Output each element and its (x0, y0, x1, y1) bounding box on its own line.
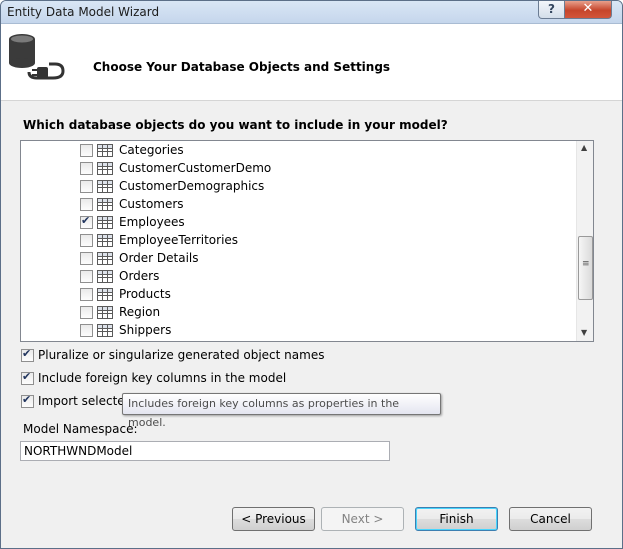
tree-item-label: Region (119, 305, 161, 319)
help-icon: ? (548, 2, 555, 16)
foreign-keys-label: Include foreign key columns in the model (38, 371, 287, 385)
close-icon: ✕ (582, 1, 594, 16)
tree-item-checkbox[interactable] (80, 197, 93, 211)
pluralize-checkbox[interactable] (21, 347, 34, 362)
tree-item[interactable]: Orders (80, 267, 159, 285)
previous-button[interactable]: < Previous (232, 507, 315, 531)
tree-item-checkbox[interactable] (80, 214, 93, 229)
tree-item[interactable]: Shippers (80, 321, 171, 339)
table-icon (97, 233, 113, 247)
foreign-keys-option[interactable]: Include foreign key columns in the model (21, 370, 287, 385)
tree-item-checkbox[interactable] (80, 287, 93, 301)
scroll-down-icon[interactable]: ▼ (581, 328, 587, 337)
pluralize-option[interactable]: Pluralize or singularize generated objec… (21, 347, 325, 362)
tree-item-checkbox[interactable] (80, 233, 93, 247)
tree-item-label: Shippers (119, 323, 172, 337)
tree-item[interactable]: Customers (80, 195, 184, 213)
tree-item-label: Products (119, 287, 171, 301)
tree-item-label: Employees (119, 215, 185, 229)
tree-item[interactable]: Products (80, 285, 171, 303)
window-title: Entity Data Model Wizard (7, 5, 160, 19)
scroll-up-icon[interactable]: ▲ (581, 143, 587, 152)
tree-item-label: Order Details (119, 251, 199, 265)
tree-item-label: Categories (119, 143, 184, 157)
tree-item-checkbox[interactable] (80, 143, 93, 157)
tree-item[interactable]: Region (80, 303, 160, 321)
tree-item[interactable]: CustomerDemographics (80, 177, 264, 195)
table-icon (97, 143, 113, 157)
tree-item-label: CustomerCustomerDemo (119, 161, 272, 175)
tree-item-label: Orders (119, 269, 160, 283)
namespace-input[interactable] (20, 441, 390, 461)
table-icon (97, 305, 113, 319)
database-objects-tree[interactable]: Shippers Region Products Orders Order Detail… (20, 140, 594, 342)
table-icon (97, 215, 113, 229)
import-selected-checkbox[interactable] (21, 393, 34, 408)
tree-item-checkbox[interactable] (80, 305, 93, 319)
next-button[interactable]: Next > (321, 507, 404, 531)
tree-item[interactable]: Employees (80, 213, 185, 231)
import-selected-option[interactable]: Import selected (21, 393, 133, 408)
tree-item[interactable]: Order Details (80, 249, 199, 267)
vertical-scrollbar[interactable]: ▲ ≡ ▼ (576, 141, 593, 341)
pluralize-label: Pluralize or singularize generated objec… (38, 348, 325, 362)
table-icon (97, 269, 113, 283)
tree-item-label: CustomerDemographics (119, 179, 265, 193)
finish-button[interactable]: Finish (415, 507, 498, 531)
tree-item-checkbox[interactable] (80, 251, 93, 265)
page-title: Choose Your Database Objects and Setting… (93, 60, 391, 74)
table-icon (97, 179, 113, 193)
title-bar: Entity Data Model Wizard ? ✕ (1, 1, 622, 24)
database-plug-icon (9, 34, 65, 80)
tree-item[interactable]: CustomerCustomerDemo (80, 159, 271, 177)
wizard-header: Choose Your Database Objects and Setting… (1, 24, 622, 101)
tree-item-checkbox[interactable] (80, 269, 93, 283)
namespace-label: Model Namespace: (23, 422, 138, 436)
objects-question: Which database objects do you want to in… (23, 118, 448, 132)
tree-item-checkbox[interactable] (80, 323, 93, 337)
import-selected-label: Import selected (38, 394, 133, 408)
tree-item[interactable]: EmployeeTerritories (80, 231, 238, 249)
tree-item[interactable]: Categories (80, 141, 184, 159)
tree-item-label: EmployeeTerritories (119, 233, 239, 247)
scrollbar-thumb[interactable]: ≡ (578, 236, 593, 300)
tree-item-checkbox[interactable] (80, 161, 93, 175)
close-button[interactable]: ✕ (564, 1, 612, 19)
wizard-window: Entity Data Model Wizard ? ✕ Choose Your… (0, 0, 623, 549)
help-button[interactable]: ? (538, 1, 565, 19)
tree-item-label: Customers (119, 197, 184, 211)
table-icon (97, 287, 113, 301)
tree-item-checkbox[interactable] (80, 179, 93, 193)
foreign-keys-checkbox[interactable] (21, 370, 34, 385)
table-icon (97, 251, 113, 265)
cancel-button[interactable]: Cancel (509, 507, 592, 531)
table-icon (97, 161, 113, 175)
table-icon (97, 197, 113, 211)
table-icon (97, 323, 113, 337)
tooltip: Includes foreign key columns as properti… (122, 393, 441, 429)
